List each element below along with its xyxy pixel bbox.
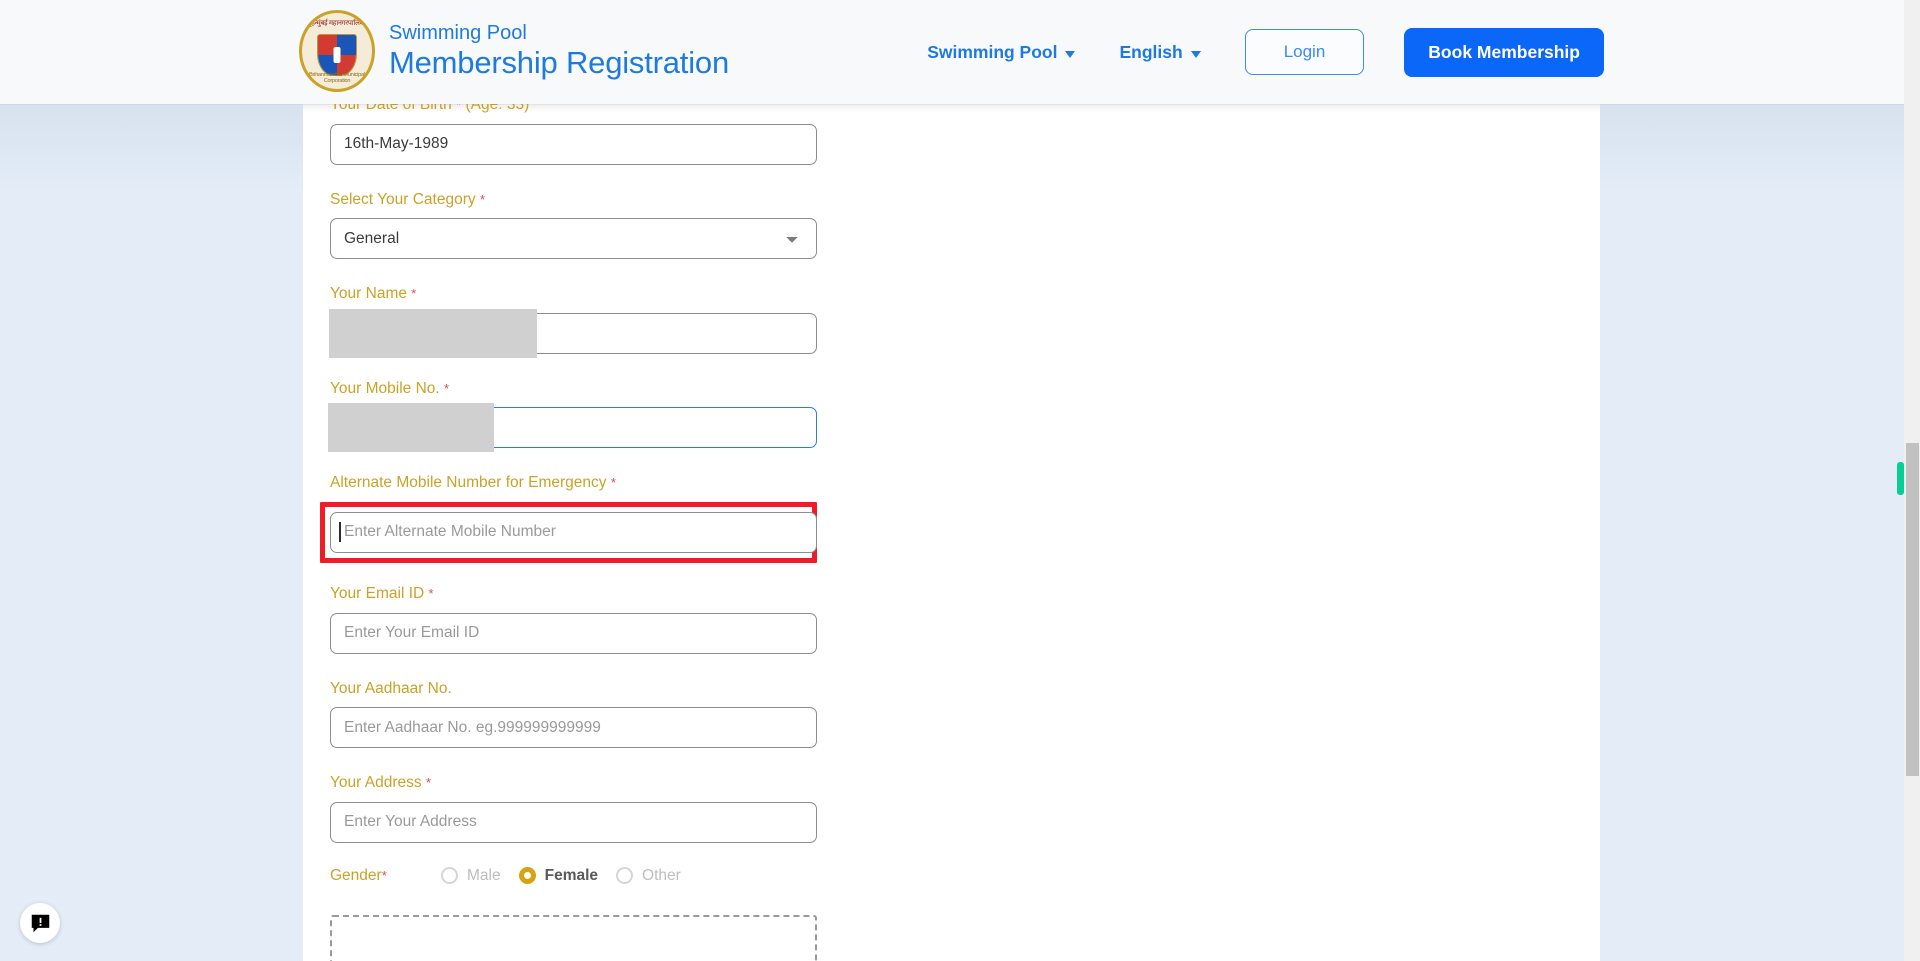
brand-text: Swimming Pool Membership Registration: [389, 21, 729, 80]
label-aadhaar: Your Aadhaar No.: [330, 680, 830, 699]
field-email: Your Email ID *: [330, 585, 830, 654]
feedback-button[interactable]: [20, 903, 60, 943]
gender-option-male-label: Male: [467, 866, 501, 884]
crest-shield: [317, 34, 357, 76]
radio-selected-icon: [518, 867, 536, 885]
gender-option-other-label: Other: [642, 866, 681, 884]
crest-center-motif: [333, 47, 341, 63]
mobile-input[interactable]: [330, 407, 817, 449]
crest-bottom-text: Brihanmumbai Municipal Corporation: [309, 72, 365, 84]
field-gender: Gender* Male Female Other: [330, 867, 830, 885]
label-address: Your Address *: [330, 774, 830, 793]
email-input[interactable]: [330, 612, 817, 654]
crest-top-text: बृहन्मुंबई महानगरपालिका: [307, 20, 367, 27]
nav-item-swimming-pool[interactable]: Swimming Pool: [905, 42, 1097, 63]
feedback-alert-icon: [31, 914, 49, 932]
page-body: Your Date of Birth * (Age: 33) Select Yo…: [0, 96, 1904, 961]
registration-form: Your Date of Birth * (Age: 33) Select Yo…: [320, 96, 830, 961]
label-aadhaar-text: Your Aadhaar No.: [330, 679, 452, 697]
scroll-position-marker: [1897, 462, 1904, 495]
nav-item-swimming-pool-label: Swimming Pool: [927, 41, 1058, 62]
label-category-text: Select Your Category: [330, 190, 476, 208]
required-asterisk: *: [425, 775, 432, 791]
brand-title: Membership Registration: [389, 44, 729, 80]
name-input[interactable]: [330, 312, 817, 354]
chevron-down-icon: [1065, 50, 1076, 58]
field-address: Your Address *: [330, 774, 830, 843]
gender-option-female-label: Female: [544, 866, 599, 884]
label-name: Your Name *: [330, 285, 830, 304]
browser-viewport: बृहन्मुंबई महानगरपालिका Brihanmumbai Mun…: [0, 0, 1904, 961]
name-input-wrap: [329, 308, 817, 358]
field-date-of-birth: Your Date of Birth * (Age: 33): [330, 96, 830, 165]
field-name: Your Name *: [329, 285, 830, 358]
text-caret: [339, 521, 341, 542]
field-alternate-mobile: Alternate Mobile Number for Emergency *: [320, 474, 830, 563]
label-category: Select Your Category *: [330, 191, 830, 210]
nav-item-english-label: English: [1119, 41, 1183, 62]
alternate-mobile-input[interactable]: [330, 511, 817, 553]
label-name-text: Your Name: [330, 285, 407, 303]
brand-subtitle: Swimming Pool: [389, 21, 527, 44]
aadhaar-input[interactable]: [330, 707, 817, 749]
field-category: Select Your Category * General: [330, 191, 830, 260]
brand-logo-block[interactable]: बृहन्मुंबई महानगरपालिका Brihanmumbai Mun…: [299, 10, 729, 92]
required-asterisk: *: [381, 867, 387, 883]
label-gender: Gender*: [330, 867, 415, 885]
mobile-input-wrap: [328, 403, 817, 453]
date-of-birth-input[interactable]: [330, 123, 817, 165]
chevron-down-icon: [1190, 50, 1201, 58]
required-asterisk: *: [479, 191, 485, 207]
gender-option-female[interactable]: Female: [518, 866, 599, 885]
label-mobile: Your Mobile No. *: [330, 380, 830, 399]
required-asterisk: *: [444, 380, 450, 396]
registration-form-card: Your Date of Birth * (Age: 33) Select Yo…: [303, 96, 1600, 961]
site-header: बृहन्मुंबई महानगरपालिका Brihanmumbai Mun…: [0, 0, 1904, 104]
category-select[interactable]: General: [330, 218, 817, 260]
page-scrollbar-track[interactable]: [1904, 0, 1920, 961]
radio-icon: [616, 867, 634, 885]
nav-item-english[interactable]: English: [1097, 42, 1222, 63]
label-gender-text: Gender: [330, 866, 382, 884]
label-mobile-text: Your Mobile No.: [330, 379, 440, 397]
label-alternate-mobile: Alternate Mobile Number for Emergency *: [330, 474, 830, 493]
gender-option-other[interactable]: Other: [616, 867, 681, 885]
page-scrollbar-thumb[interactable]: [1906, 443, 1919, 776]
required-asterisk: *: [428, 585, 434, 601]
label-address-text: Your Address: [330, 774, 422, 792]
book-membership-button[interactable]: Book Membership: [1404, 27, 1604, 77]
alternate-mobile-highlight: [320, 501, 817, 563]
label-email: Your Email ID *: [330, 585, 830, 604]
radio-icon: [441, 867, 458, 885]
required-asterisk: *: [610, 475, 616, 491]
required-asterisk: *: [411, 286, 417, 302]
municipal-crest-icon: बृहन्मुंबई महानगरपालिका Brihanmumbai Mun…: [299, 10, 375, 92]
address-input[interactable]: [330, 801, 817, 843]
gender-option-male[interactable]: Male: [441, 867, 501, 885]
photo-upload-dropzone[interactable]: [330, 914, 817, 961]
field-aadhaar: Your Aadhaar No.: [330, 680, 830, 749]
header-nav: Swimming Pool English Login Book Members…: [905, 0, 1604, 104]
label-email-text: Your Email ID: [330, 584, 425, 602]
label-alternate-mobile-text: Alternate Mobile Number for Emergency: [330, 474, 607, 492]
login-button[interactable]: Login: [1244, 29, 1365, 75]
field-mobile: Your Mobile No. *: [328, 380, 830, 453]
